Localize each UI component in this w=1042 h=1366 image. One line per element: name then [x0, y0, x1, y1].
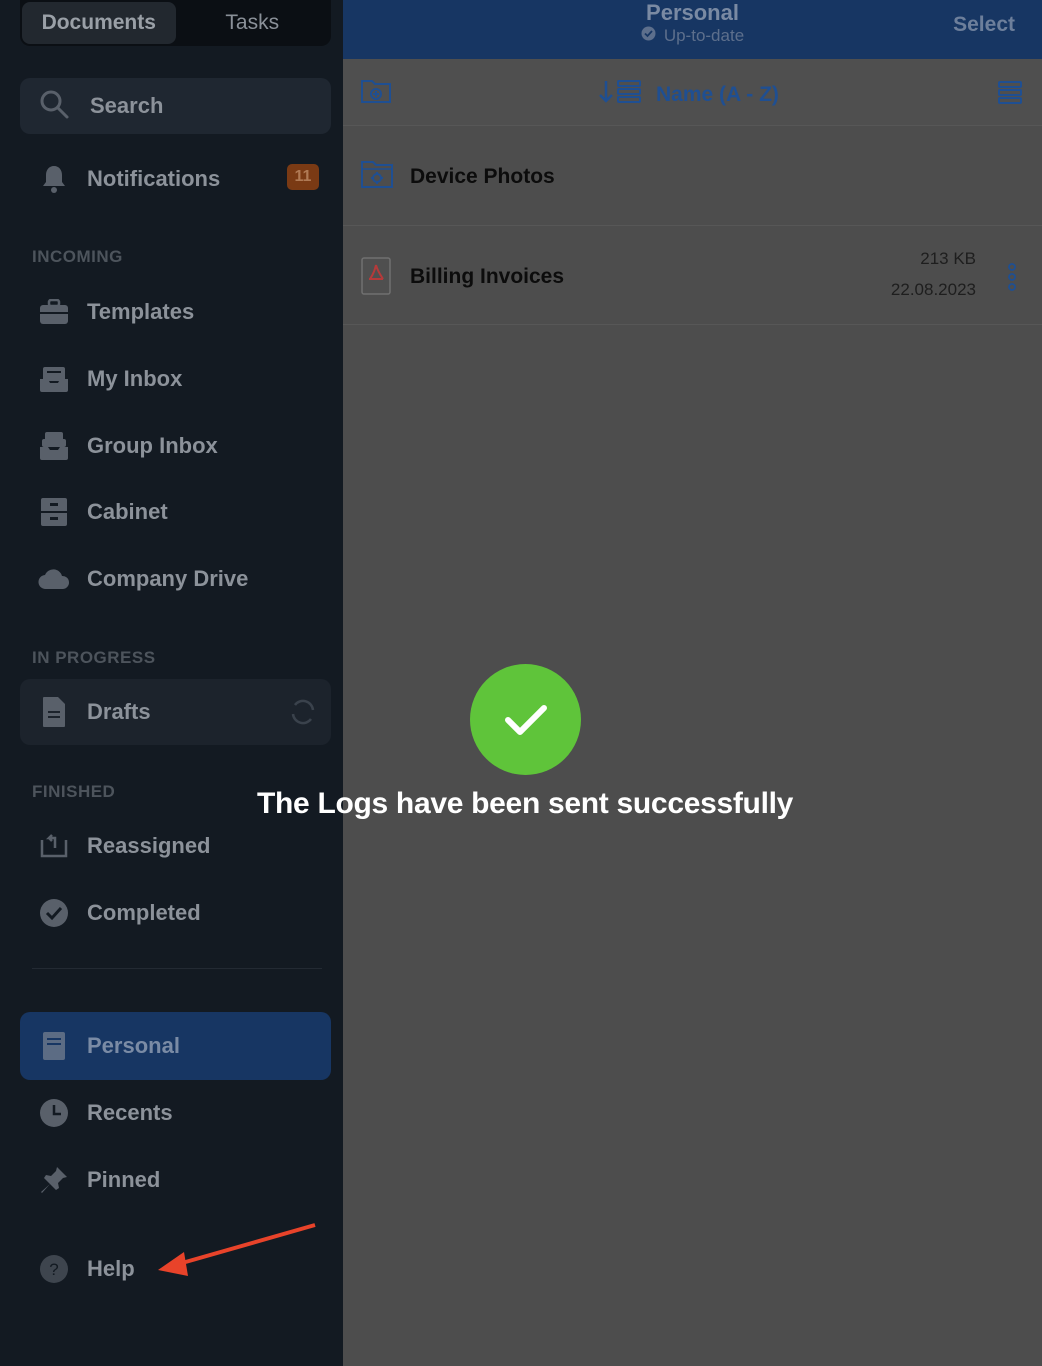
sidebar-item-drafts[interactable]: Drafts: [20, 679, 331, 745]
sync-icon[interactable]: [289, 698, 317, 731]
notification-count-badge: 11: [287, 164, 319, 190]
sidebar-item-pinned[interactable]: Pinned: [20, 1152, 331, 1208]
search-label: Search: [90, 93, 164, 118]
file-toolbar: Name (A - Z): [343, 59, 1042, 126]
file-size: 213 KB: [920, 249, 976, 268]
cabinet-icon: [38, 496, 70, 528]
sidebar-item-label: Recents: [87, 1100, 173, 1125]
sidebar-item-label: My Inbox: [87, 366, 183, 391]
pdf-file-icon: [360, 257, 392, 300]
sidebar-item-my-inbox[interactable]: My Inbox: [20, 351, 331, 407]
file-name: Device Photos: [410, 165, 555, 188]
file-row[interactable]: Device Photos: [343, 126, 1042, 226]
sidebar-item-label: Completed: [87, 900, 201, 925]
tab-tasks[interactable]: Tasks: [176, 2, 330, 44]
file-date: 22.08.2023: [890, 280, 976, 299]
sidebar-item-label: Drafts: [87, 699, 151, 724]
sidebar-item-notifications[interactable]: Notifications 11: [20, 151, 331, 207]
more-options-icon[interactable]: [1007, 263, 1017, 296]
bell-icon: [38, 163, 70, 195]
sidebar-item-label: Cabinet: [87, 499, 168, 524]
file-name: Billing Invoices: [410, 265, 565, 288]
sidebar-item-group-inbox[interactable]: Group Inbox: [20, 418, 331, 474]
inbox-icon: [38, 363, 70, 395]
sidebar-item-reassigned[interactable]: Reassigned: [20, 818, 331, 874]
photos-folder-icon: [360, 159, 394, 194]
group-inbox-icon: [38, 430, 70, 462]
sort-control[interactable]: Name (A - Z): [598, 79, 779, 110]
sync-status: Up-to-date: [343, 26, 1042, 46]
briefcase-icon: [38, 296, 70, 328]
sidebar-divider: [32, 968, 322, 969]
section-title-in-progress: IN PROGRESS: [32, 648, 156, 667]
top-navigation-bar: Personal Up-to-date Select: [343, 0, 1042, 59]
checkmark-circle-icon: [38, 897, 70, 929]
tab-documents[interactable]: Documents: [22, 2, 176, 44]
sidebar-item-cabinet[interactable]: Cabinet: [20, 484, 331, 540]
sidebar-item-label: Notifications: [87, 166, 221, 191]
sidebar-item-label: Templates: [87, 299, 195, 324]
search-icon: [38, 88, 70, 125]
segmented-control: Documents Tasks: [20, 0, 331, 46]
sidebar-item-templates[interactable]: Templates: [20, 284, 331, 340]
reassign-icon: [38, 830, 70, 862]
section-title-incoming: INCOMING: [32, 247, 123, 266]
search-field[interactable]: Search: [20, 78, 331, 134]
sidebar-item-label: Pinned: [87, 1167, 161, 1192]
help-icon: ?: [38, 1253, 70, 1285]
cloud-icon: [38, 563, 70, 595]
status-check-icon: [641, 26, 656, 46]
sidebar-item-label: Reassigned: [87, 833, 211, 858]
sidebar-item-personal[interactable]: Personal: [20, 1012, 331, 1080]
sidebar-item-label: Personal: [87, 1033, 180, 1058]
page-title: Personal: [646, 0, 739, 25]
add-folder-icon[interactable]: [360, 77, 392, 110]
draft-document-icon: [38, 696, 70, 728]
sidebar: Documents Tasks Search Notifications 11 …: [0, 0, 343, 1366]
list-view-icon[interactable]: [998, 80, 1022, 109]
select-button[interactable]: Select: [953, 13, 1015, 37]
sort-label: Name (A - Z): [656, 82, 779, 106]
main-content: Personal Up-to-date Select Name (A - Z) …: [343, 0, 1042, 1366]
clock-icon: [38, 1097, 70, 1129]
file-row[interactable]: Billing Invoices 213 KB 22.08.2023: [343, 226, 1042, 325]
personal-document-icon: [38, 1030, 70, 1062]
pin-icon: [38, 1164, 70, 1196]
sidebar-item-label: Group Inbox: [87, 433, 218, 458]
svg-text:?: ?: [49, 1260, 58, 1279]
sidebar-item-recents[interactable]: Recents: [20, 1085, 331, 1141]
status-label: Up-to-date: [663, 26, 745, 45]
toast-message: The Logs have been sent successfully: [256, 787, 794, 820]
sidebar-item-completed[interactable]: Completed: [20, 885, 331, 941]
sort-icon: [598, 79, 642, 110]
sidebar-item-label: Company Drive: [87, 566, 249, 591]
sidebar-item-company-drive[interactable]: Company Drive: [20, 551, 331, 607]
success-check-icon: [470, 664, 581, 775]
sidebar-item-label: Help: [87, 1256, 135, 1281]
annotation-arrow-icon: [150, 1220, 320, 1285]
